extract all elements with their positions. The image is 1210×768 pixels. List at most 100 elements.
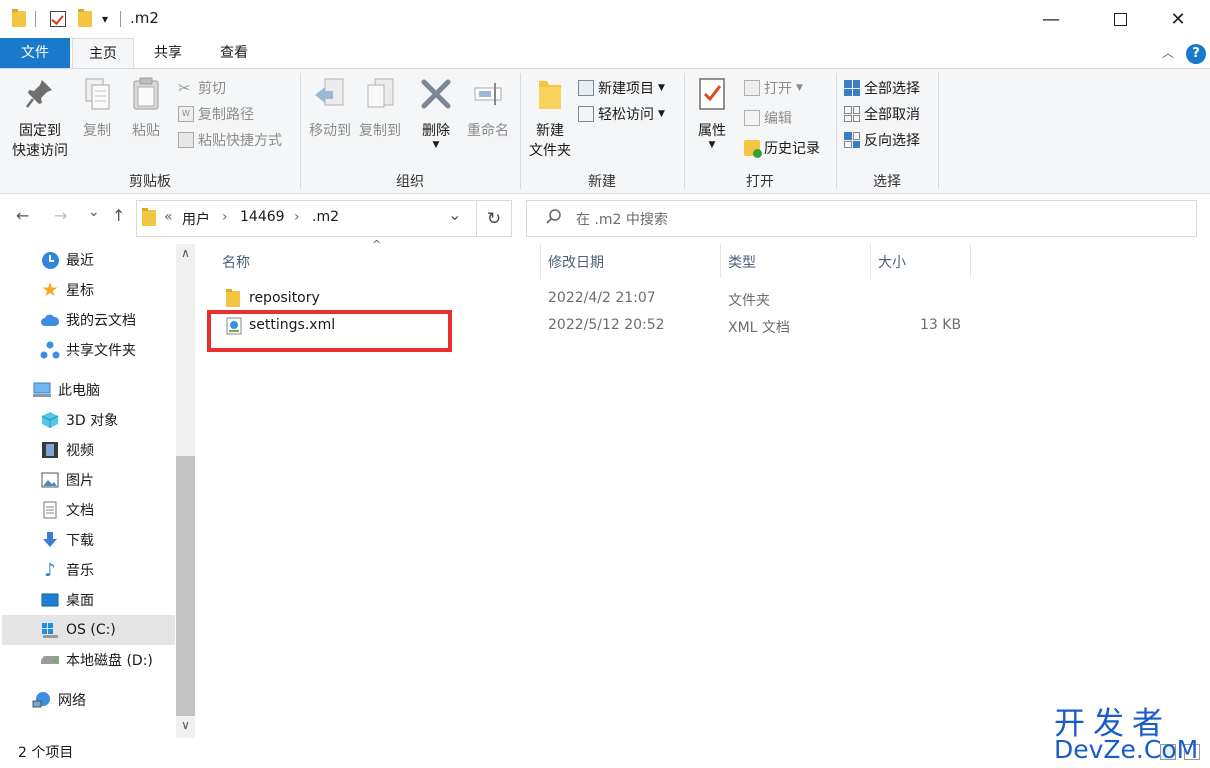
search-input[interactable]: 在 .m2 中搜索	[576, 209, 668, 229]
new-folder-label-line2: 文件夹	[529, 143, 571, 159]
minimize-button[interactable]: —	[1028, 0, 1074, 38]
cut-button[interactable]: ✂ 剪切	[178, 77, 226, 99]
paste-shortcut-label: 粘贴快捷方式	[198, 133, 282, 149]
delete-dropdown-icon[interactable]: ▼	[416, 141, 456, 150]
maximize-icon	[1113, 12, 1127, 26]
move-to-button[interactable]: 移动到	[306, 77, 354, 141]
new-folder-quick-button[interactable]	[76, 9, 94, 29]
table-row[interactable]: repository 2022/4/2 21:07 文件夹	[214, 287, 974, 311]
nav-item-documents[interactable]: 文档	[40, 498, 94, 522]
nav-item-3d-objects[interactable]: 3D 对象	[40, 408, 118, 432]
column-divider[interactable]	[720, 244, 721, 278]
column-divider[interactable]	[970, 244, 971, 278]
column-divider[interactable]	[870, 244, 871, 278]
pin-quick-access-button[interactable]: 固定到 快速访问	[8, 77, 72, 161]
column-header-modified[interactable]: 修改日期	[548, 252, 604, 272]
nav-item-downloads[interactable]: 下载	[40, 528, 94, 552]
nav-item-label: 3D 对象	[66, 413, 119, 429]
nav-item-label: OS (C:)	[66, 622, 116, 638]
nav-item-label: 星标	[66, 283, 94, 299]
new-folder-button[interactable]: 新建 文件夹	[526, 77, 574, 161]
select-all-icon	[844, 80, 860, 96]
column-header-name[interactable]: 名称	[222, 252, 250, 272]
forward-button[interactable]: →	[54, 206, 67, 225]
window-title: .m2	[130, 9, 159, 27]
nav-item-shared-folder[interactable]: 共享文件夹	[40, 338, 136, 362]
select-all-label: 全部选择	[864, 81, 920, 97]
customize-quick-access-button[interactable]: ▾	[98, 9, 112, 29]
breadcrumb-separator[interactable]: ›	[294, 209, 300, 225]
nav-item-desktop[interactable]: 桌面	[40, 588, 94, 612]
paste-icon	[133, 77, 159, 110]
nav-item-drive-c[interactable]: OS (C:)	[40, 618, 116, 642]
close-button[interactable]: ✕	[1155, 0, 1201, 38]
column-header-size[interactable]: 大小	[878, 252, 906, 272]
properties-dropdown-icon[interactable]: ▼	[692, 141, 732, 150]
address-dropdown-button[interactable]: ⌄	[448, 205, 461, 224]
maximize-button[interactable]	[1097, 0, 1143, 38]
column-header-type[interactable]: 类型	[728, 252, 756, 272]
invert-selection-button[interactable]: 反向选择	[844, 129, 920, 151]
nav-item-music[interactable]: ♪ 音乐	[40, 558, 94, 582]
nav-item-label: 桌面	[66, 593, 94, 609]
rename-button[interactable]: 重命名	[462, 77, 514, 141]
select-all-button[interactable]: 全部选择	[844, 77, 920, 99]
computer-icon	[32, 380, 52, 400]
help-button[interactable]: ?	[1186, 44, 1206, 64]
breadcrumb-users[interactable]: 用户	[182, 209, 210, 229]
folder-icon	[142, 208, 156, 226]
back-button[interactable]: ←	[16, 206, 29, 225]
breadcrumb-separator[interactable]: ›	[222, 209, 228, 225]
breadcrumb-overflow[interactable]: «	[164, 209, 173, 225]
nav-item-network[interactable]: 网络	[32, 688, 86, 712]
status-item-count: 2 个项目	[18, 745, 74, 761]
copy-path-button[interactable]: W 复制路径	[178, 103, 254, 125]
file-modified: 2022/4/2 21:07	[548, 290, 656, 306]
new-item-button[interactable]: 新建项目 ▼	[578, 77, 665, 99]
paste-button[interactable]: 粘贴	[126, 77, 166, 141]
easy-access-icon	[578, 106, 594, 122]
properties-quick-button[interactable]	[48, 9, 68, 29]
open-button[interactable]: 打开 ▼	[744, 77, 803, 99]
nav-item-starred[interactable]: ★ 星标	[40, 278, 94, 302]
tab-view[interactable]: 查看	[206, 38, 262, 68]
copy-button[interactable]: 复制	[78, 77, 116, 141]
breadcrumb-user-folder[interactable]: 14469	[240, 209, 285, 225]
new-item-label: 新建项目	[598, 81, 654, 97]
nav-item-this-pc[interactable]: 此电脑	[32, 378, 100, 402]
organize-group-label: 组织	[396, 174, 424, 190]
tab-home[interactable]: 主页	[72, 38, 134, 69]
easy-access-button[interactable]: 轻松访问 ▼	[578, 103, 665, 125]
watermark-url: DevZe.CoM	[1054, 735, 1199, 764]
up-button[interactable]: ↑	[112, 206, 125, 225]
nav-item-pictures[interactable]: 图片	[40, 468, 94, 492]
nav-item-cloud-docs[interactable]: 我的云文档	[40, 308, 136, 332]
nav-item-recent[interactable]: 最近	[40, 248, 94, 272]
scroll-up-button[interactable]: ∧	[176, 246, 195, 266]
nav-item-label: 此电脑	[58, 383, 100, 399]
delete-button[interactable]: 删除 ▼	[416, 77, 456, 150]
tab-file[interactable]: 文件	[0, 38, 70, 68]
new-group-label: 新建	[588, 174, 616, 190]
scroll-down-button[interactable]: ∨	[176, 718, 195, 738]
recent-locations-button[interactable]: ⌄	[88, 204, 100, 220]
nav-scrollbar-thumb[interactable]	[176, 456, 195, 716]
star-icon: ★	[41, 279, 59, 301]
breadcrumb-m2[interactable]: .m2	[312, 209, 339, 225]
copy-to-button[interactable]: 复制到	[356, 77, 404, 141]
nav-item-drive-d[interactable]: 本地磁盘 (D:)	[40, 648, 153, 672]
collapse-ribbon-button[interactable]: ︿	[1162, 44, 1174, 61]
paste-shortcut-button[interactable]: 粘贴快捷方式	[178, 129, 282, 151]
refresh-button[interactable]: ↻	[476, 200, 512, 237]
nav-item-videos[interactable]: 视频	[40, 438, 94, 462]
properties-button[interactable]: 属性 ▼	[692, 77, 732, 150]
edit-button[interactable]: 编辑	[744, 107, 792, 129]
paste-shortcut-icon	[178, 132, 194, 148]
select-none-button[interactable]: 全部取消	[844, 103, 920, 125]
new-folder-label-line1: 新建	[536, 123, 564, 139]
history-button[interactable]: 历史记录	[744, 137, 820, 159]
delete-x-icon	[421, 79, 451, 109]
nav-item-label: 图片	[66, 473, 94, 489]
tab-share[interactable]: 共享	[140, 38, 196, 68]
column-divider[interactable]	[540, 244, 541, 278]
